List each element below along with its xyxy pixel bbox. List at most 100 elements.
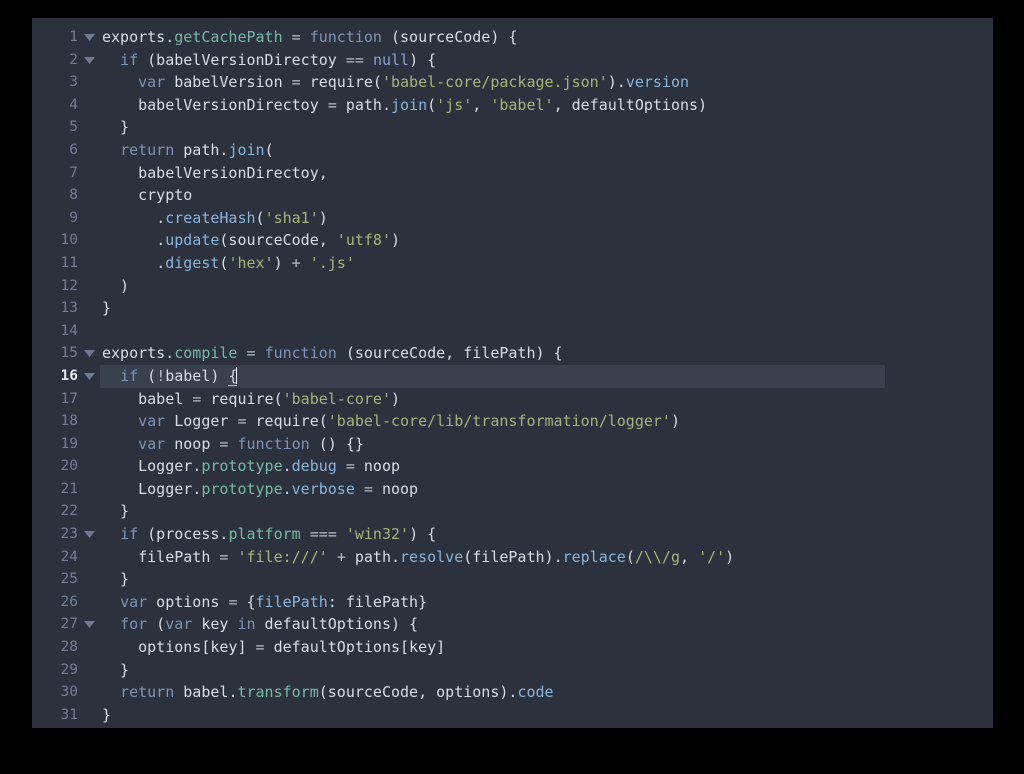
code-token: require( (201, 389, 283, 408)
code-line-content: for (var key in defaultOptions) { (102, 613, 418, 636)
line-number: 15 (60, 345, 78, 362)
code-token: prototype (201, 457, 283, 476)
code-line[interactable]: 3 var babelVersion = require('babel-core… (32, 71, 993, 94)
fold-arrow-icon[interactable] (84, 365, 98, 388)
code-line[interactable]: 20 Logger.prototype.debug = noop (32, 455, 993, 478)
code-line[interactable]: 22 } (32, 500, 993, 523)
code-line[interactable]: 31} (32, 704, 993, 727)
line-number: 11 (60, 254, 78, 271)
code-token: Logger (102, 479, 193, 498)
code-token: key (192, 615, 238, 634)
code-token: } (102, 299, 112, 318)
code-line[interactable]: 2 if (babelVersionDirectoy == null) { (32, 49, 993, 72)
code-token: (sourceCode, (219, 231, 337, 250)
code-line[interactable]: 6 return path.join( (32, 139, 993, 162)
code-line-content: babelVersionDirectoy, (102, 162, 328, 185)
fold-arrow-icon[interactable] (84, 523, 98, 546)
code-token: + (336, 547, 346, 566)
code-token: 'babel-core/package.json' (381, 73, 608, 92)
code-token: ) (391, 231, 401, 250)
code-line[interactable]: 4 babelVersionDirectoy = path.join('js',… (32, 94, 993, 117)
code-line-content: if (babelVersionDirectoy == null) { (102, 49, 436, 72)
code-token: crypto (102, 186, 193, 205)
fold-arrow-icon[interactable] (84, 26, 98, 49)
code-line[interactable]: 7 babelVersionDirectoy, (32, 162, 993, 185)
code-token: var (138, 412, 166, 431)
code-line[interactable]: 24 filePath = 'file:///' + path.resolve(… (32, 546, 993, 569)
code-line[interactable]: 1 exports.getCachePath = function (source… (32, 26, 993, 49)
fold-arrow-icon[interactable] (84, 613, 98, 636)
code-line[interactable]: 8 crypto (32, 184, 993, 207)
code-editor-window[interactable]: 1 exports.getCachePath = function (source… (32, 18, 993, 728)
code-token: . (156, 253, 166, 272)
code-line-content: if (process.platform === 'win32') { (102, 523, 436, 546)
code-token: 'babel-core' (282, 389, 391, 408)
code-token: path (174, 140, 220, 159)
code-token: filePath (255, 592, 328, 611)
code-token: update (165, 231, 220, 250)
code-token: debug (291, 457, 337, 476)
line-number: 10 (60, 232, 78, 249)
code-line[interactable]: 12 ) (32, 275, 993, 298)
code-token: babelVersionDirectoy (102, 95, 328, 114)
code-token: ) (318, 208, 328, 227)
code-line[interactable]: 30 return babel.transform(sourceCode, op… (32, 681, 993, 704)
line-number: 6 (69, 141, 78, 158)
line-number: 30 (60, 684, 78, 701)
code-token: defaultOptions) { (255, 615, 419, 634)
code-token: } (102, 705, 112, 724)
code-token: = (327, 95, 337, 114)
code-token: = (345, 457, 355, 476)
line-number: 13 (60, 300, 78, 317)
code-token: ! (156, 366, 166, 385)
fold-arrow-icon[interactable] (84, 49, 98, 72)
code-line[interactable]: 10 .update(sourceCode, 'utf8') (32, 229, 993, 252)
line-number: 16 (60, 367, 78, 384)
code-token: === (309, 525, 337, 544)
code-editor-text-area[interactable]: 1 exports.getCachePath = function (source… (32, 18, 993, 726)
code-line-content: var Logger = require('babel-core/lib/tra… (102, 410, 680, 433)
code-line[interactable]: 26 var options = {filePath: filePath} (32, 591, 993, 614)
line-number: 20 (60, 458, 78, 475)
code-line[interactable]: 14 (32, 320, 993, 343)
code-token: Logger (102, 457, 193, 476)
code-token: ( (138, 366, 157, 385)
code-token: = (192, 389, 202, 408)
code-line[interactable]: 15 exports.compile = function (sourceCode… (32, 342, 993, 365)
code-line[interactable]: 5 } (32, 116, 993, 139)
code-line-content: } (102, 297, 111, 320)
code-line-content: var noop = function () {} (102, 433, 364, 456)
code-line[interactable]: 27 for (var key in defaultOptions) { (32, 613, 993, 636)
code-line[interactable]: 17 babel = require('babel-core') (32, 388, 993, 411)
line-number: 1 (69, 29, 78, 45)
code-token: ( (625, 547, 635, 566)
code-line[interactable]: 29 } (32, 659, 993, 682)
code-token: 'sha1' (264, 208, 319, 227)
fold-arrow-icon[interactable] (84, 342, 98, 365)
code-token: function (309, 28, 382, 46)
code-token: require( (246, 412, 328, 431)
code-token: : filePath} (327, 592, 428, 611)
code-line[interactable]: 21 Logger.prototype.verbose = noop (32, 478, 993, 501)
code-line[interactable]: 9 .createHash('sha1') (32, 207, 993, 230)
code-line[interactable]: 19 var noop = function () {} (32, 433, 993, 456)
code-line[interactable]: 11 .digest('hex') + '.js' (32, 252, 993, 275)
line-number: 9 (69, 209, 78, 226)
code-token: 'hex' (228, 253, 274, 272)
code-line-content: } (102, 116, 129, 139)
code-token: babel (102, 389, 193, 408)
code-token: exports (102, 344, 166, 363)
code-line-content: crypto (102, 184, 192, 207)
code-line[interactable]: 25 } (32, 568, 993, 591)
code-token: options[key] (102, 638, 256, 657)
code-line[interactable]: 16 if (!babel) { (32, 364, 993, 388)
code-line[interactable]: 18 var Logger = require('babel-core/lib/… (32, 410, 993, 433)
code-line[interactable]: 13} (32, 297, 993, 320)
code-line[interactable]: 28 options[key] = defaultOptions[key] (32, 636, 993, 659)
code-line[interactable]: 23 if (process.platform === 'win32') { (32, 523, 993, 546)
